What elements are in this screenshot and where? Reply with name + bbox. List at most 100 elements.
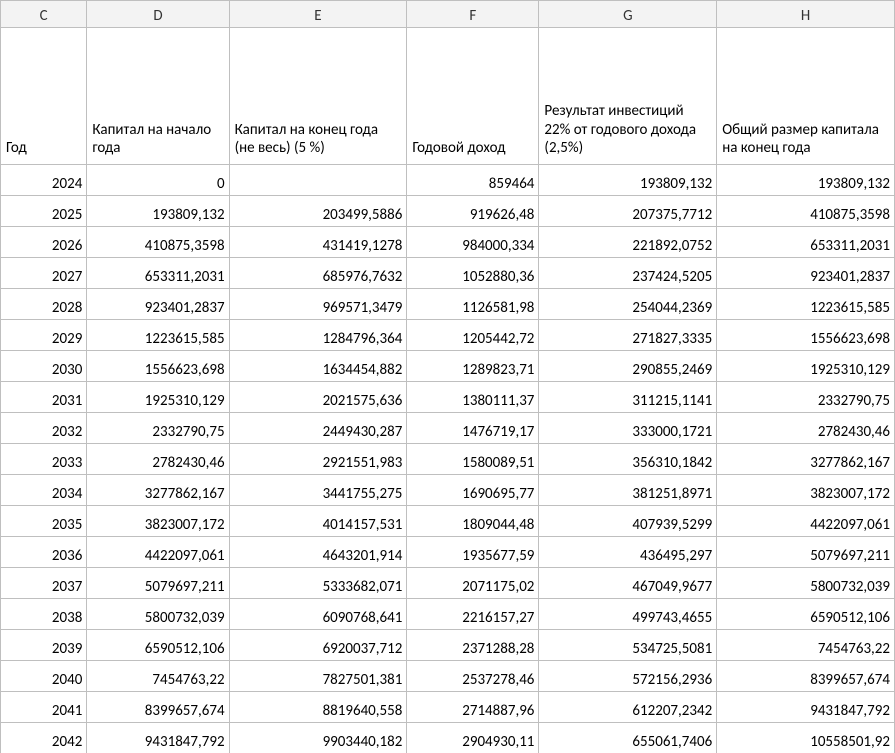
cell-E[interactable]: 5333682,071 <box>229 568 407 599</box>
cell-D[interactable]: 5800732,039 <box>87 599 229 630</box>
cell-E[interactable]: 6090768,641 <box>229 599 407 630</box>
table-row[interactable]: 20311925310,1292021575,6361380111,373112… <box>1 382 895 413</box>
cell-E[interactable]: 685976,7632 <box>229 258 407 289</box>
cell-H[interactable]: 923401,2837 <box>717 258 895 289</box>
cell-C[interactable]: 2042 <box>1 723 87 753</box>
cell-D[interactable]: 3277862,167 <box>87 475 229 506</box>
cell-F[interactable]: 984000,334 <box>407 227 539 258</box>
table-row[interactable]: 20364422097,0614643201,9141935677,594364… <box>1 537 895 568</box>
table-row[interactable]: 20322332790,752449430,2871476719,1733300… <box>1 413 895 444</box>
header-total-cap[interactable]: Общий размер капитала на конец года <box>717 28 895 165</box>
cell-C[interactable]: 2030 <box>1 351 87 382</box>
cell-C[interactable]: 2025 <box>1 196 87 227</box>
cell-D[interactable]: 3823007,172 <box>87 506 229 537</box>
cell-D[interactable]: 1556623,698 <box>87 351 229 382</box>
cell-H[interactable]: 1925310,129 <box>717 351 895 382</box>
cell-D[interactable]: 1223615,585 <box>87 320 229 351</box>
col-letter-C[interactable]: C <box>1 1 87 28</box>
cell-G[interactable]: 333000,1721 <box>539 413 717 444</box>
cell-E[interactable]: 1634454,882 <box>229 351 407 382</box>
table-row[interactable]: 20429431847,7929903440,1822904930,116550… <box>1 723 895 753</box>
table-row[interactable]: 20343277862,1673441755,2751690695,773812… <box>1 475 895 506</box>
cell-C[interactable]: 2028 <box>1 289 87 320</box>
cell-D[interactable]: 923401,2837 <box>87 289 229 320</box>
cell-E[interactable]: 2921551,983 <box>229 444 407 475</box>
cell-E[interactable]: 4014157,531 <box>229 506 407 537</box>
cell-C[interactable]: 2036 <box>1 537 87 568</box>
cell-E[interactable]: 3441755,275 <box>229 475 407 506</box>
cell-F[interactable]: 2904930,11 <box>407 723 539 753</box>
cell-E[interactable] <box>229 165 407 196</box>
cell-E[interactable]: 4643201,914 <box>229 537 407 568</box>
cell-H[interactable]: 6590512,106 <box>717 599 895 630</box>
cell-F[interactable]: 1476719,17 <box>407 413 539 444</box>
cell-E[interactable]: 969571,3479 <box>229 289 407 320</box>
cell-G[interactable]: 499743,4655 <box>539 599 717 630</box>
cell-F[interactable]: 1935677,59 <box>407 537 539 568</box>
cell-G[interactable]: 237424,5205 <box>539 258 717 289</box>
cell-G[interactable]: 407939,5299 <box>539 506 717 537</box>
table-row[interactable]: 20332782430,462921551,9831580089,5135631… <box>1 444 895 475</box>
cell-D[interactable]: 0 <box>87 165 229 196</box>
cell-H[interactable]: 9431847,792 <box>717 692 895 723</box>
cell-H[interactable]: 2332790,75 <box>717 382 895 413</box>
header-annual-inc[interactable]: Годовой доход <box>407 28 539 165</box>
table-row[interactable]: 2027653311,2031685976,76321052880,362374… <box>1 258 895 289</box>
col-letter-F[interactable]: F <box>407 1 539 28</box>
table-row[interactable]: 20418399657,6748819640,5582714887,966122… <box>1 692 895 723</box>
cell-E[interactable]: 7827501,381 <box>229 661 407 692</box>
cell-H[interactable]: 4422097,061 <box>717 506 895 537</box>
table-row[interactable]: 20240859464193809,132193809,132 <box>1 165 895 196</box>
cell-C[interactable]: 2034 <box>1 475 87 506</box>
cell-H[interactable]: 7454763,22 <box>717 630 895 661</box>
cell-C[interactable]: 2035 <box>1 506 87 537</box>
col-letter-D[interactable]: D <box>87 1 229 28</box>
cell-C[interactable]: 2027 <box>1 258 87 289</box>
cell-E[interactable]: 1284796,364 <box>229 320 407 351</box>
cell-C[interactable]: 2040 <box>1 661 87 692</box>
cell-H[interactable]: 3277862,167 <box>717 444 895 475</box>
cell-G[interactable]: 436495,297 <box>539 537 717 568</box>
cell-G[interactable]: 655061,7406 <box>539 723 717 753</box>
table-row[interactable]: 2025193809,132203499,5886919626,48207375… <box>1 196 895 227</box>
table-row[interactable]: 2028923401,2837969571,34791126581,982540… <box>1 289 895 320</box>
cell-G[interactable]: 254044,2369 <box>539 289 717 320</box>
header-row[interactable]: Год Капитал на начало года Капитал на ко… <box>1 28 895 165</box>
cell-F[interactable]: 1205442,72 <box>407 320 539 351</box>
cell-D[interactable]: 193809,132 <box>87 196 229 227</box>
header-end-cap-5[interactable]: Капитал на конец года (не весь) (5 %) <box>229 28 407 165</box>
cell-C[interactable]: 2026 <box>1 227 87 258</box>
cell-H[interactable]: 3823007,172 <box>717 475 895 506</box>
cell-D[interactable]: 8399657,674 <box>87 692 229 723</box>
cell-F[interactable]: 1289823,71 <box>407 351 539 382</box>
cell-C[interactable]: 2038 <box>1 599 87 630</box>
cell-F[interactable]: 1052880,36 <box>407 258 539 289</box>
cell-D[interactable]: 1925310,129 <box>87 382 229 413</box>
table-row[interactable]: 20353823007,1724014157,5311809044,484079… <box>1 506 895 537</box>
cell-E[interactable]: 8819640,558 <box>229 692 407 723</box>
cell-E[interactable]: 6920037,712 <box>229 630 407 661</box>
col-letter-E[interactable]: E <box>229 1 407 28</box>
cell-D[interactable]: 4422097,061 <box>87 537 229 568</box>
col-letter-H[interactable]: H <box>717 1 895 28</box>
table-row[interactable]: 20375079697,2115333682,0712071175,024670… <box>1 568 895 599</box>
cell-G[interactable]: 311215,1141 <box>539 382 717 413</box>
cell-D[interactable]: 6590512,106 <box>87 630 229 661</box>
cell-C[interactable]: 2041 <box>1 692 87 723</box>
cell-F[interactable]: 859464 <box>407 165 539 196</box>
cell-D[interactable]: 653311,2031 <box>87 258 229 289</box>
cell-G[interactable]: 290855,2469 <box>539 351 717 382</box>
cell-H[interactable]: 8399657,674 <box>717 661 895 692</box>
cell-C[interactable]: 2024 <box>1 165 87 196</box>
cell-F[interactable]: 1809044,48 <box>407 506 539 537</box>
header-year[interactable]: Год <box>1 28 87 165</box>
cell-G[interactable]: 221892,0752 <box>539 227 717 258</box>
cell-D[interactable]: 9431847,792 <box>87 723 229 753</box>
header-invest-res[interactable]: Результат инвестиций 22% от годового дох… <box>539 28 717 165</box>
cell-H[interactable]: 10558501,92 <box>717 723 895 753</box>
cell-G[interactable]: 572156,2936 <box>539 661 717 692</box>
cell-G[interactable]: 207375,7712 <box>539 196 717 227</box>
cell-C[interactable]: 2032 <box>1 413 87 444</box>
cell-D[interactable]: 2782430,46 <box>87 444 229 475</box>
cell-D[interactable]: 5079697,211 <box>87 568 229 599</box>
